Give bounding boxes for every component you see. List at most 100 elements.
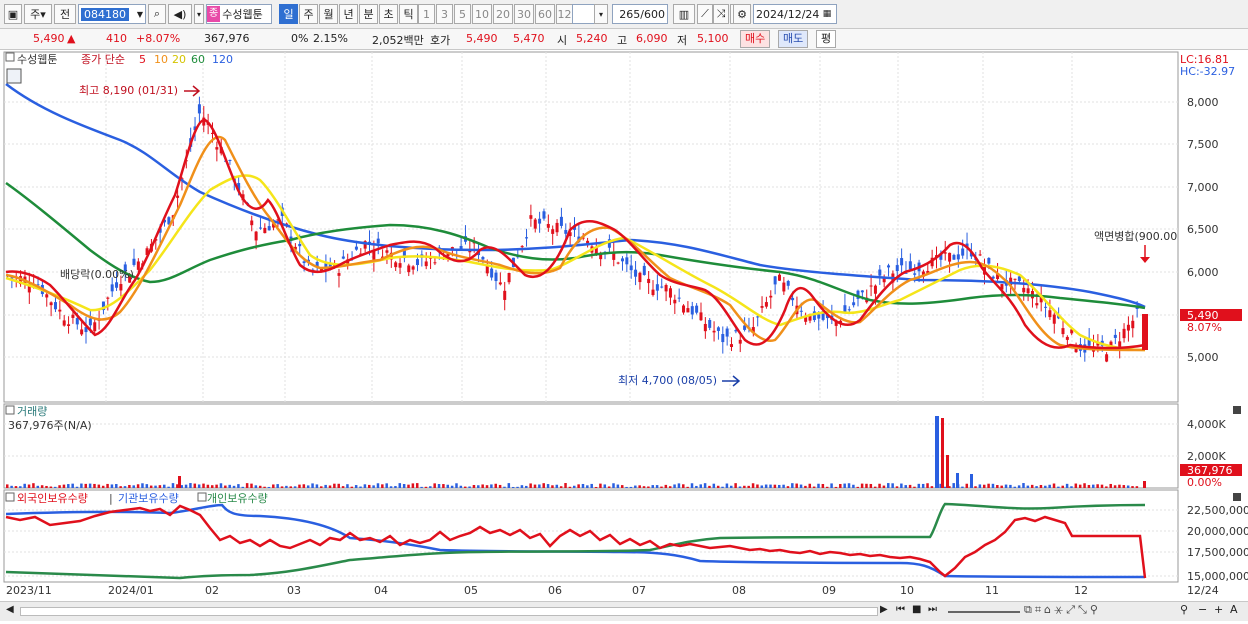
- volume-bar: [926, 483, 929, 488]
- interval-60[interactable]: 60: [535, 4, 555, 24]
- low-label: 저: [677, 34, 688, 47]
- interval-10[interactable]: 10: [472, 4, 492, 24]
- holdings-close-icon[interactable]: [1233, 493, 1241, 501]
- candle-body: [407, 265, 411, 273]
- volume-bar: [245, 483, 249, 488]
- chart-tools-icons[interactable]: ⧉⌗⌂⚹⤢⤡⚲: [1024, 603, 1101, 617]
- volume-bar: [1118, 484, 1121, 488]
- draw-line-icon[interactable]: ⟋: [697, 4, 713, 24]
- zoom-in-icon[interactable]: +: [1214, 603, 1223, 616]
- price-change-pct: +8.07%: [136, 32, 181, 45]
- volume-panel-frame: [3, 403, 1179, 489]
- volume-bar: [1135, 486, 1139, 488]
- calendar-icon[interactable]: ▦: [820, 4, 834, 24]
- interval-20[interactable]: 20: [493, 4, 513, 24]
- volume-bar: [71, 483, 74, 488]
- candle-body: [799, 310, 803, 312]
- volume-bar: [716, 485, 720, 488]
- volume-bar: [154, 485, 157, 488]
- volume-bar: [1004, 484, 1008, 488]
- market-select[interactable]: 주 ▾: [24, 4, 52, 24]
- volume-close-icon[interactable]: [1233, 406, 1241, 414]
- last-page-icon[interactable]: ⏭: [928, 604, 937, 615]
- period-minute[interactable]: 분: [359, 4, 378, 24]
- candle-body: [490, 268, 494, 278]
- zoom-out-icon[interactable]: −: [1198, 603, 1207, 616]
- volume-bar: [485, 485, 489, 488]
- sell-button[interactable]: 매도: [778, 30, 809, 48]
- volume-bar: [53, 486, 57, 488]
- volume-bar: [1113, 485, 1117, 488]
- volume-bar: [943, 486, 947, 488]
- sound-icon[interactable]: ◀): [168, 4, 192, 24]
- indicator-icon[interactable]: ⤨: [713, 4, 729, 24]
- volume-bar: [708, 485, 711, 488]
- interval-5[interactable]: 5: [454, 4, 471, 24]
- avg-button[interactable]: 평: [816, 30, 837, 48]
- volume-bar: [873, 486, 877, 488]
- volume-bar: [411, 483, 415, 488]
- candle-body: [987, 257, 991, 264]
- candle-body: [215, 147, 219, 150]
- candle-body: [71, 314, 75, 318]
- period-month[interactable]: 월: [319, 4, 338, 24]
- volume-bar: [978, 484, 982, 488]
- volume-bar: [712, 483, 716, 488]
- period-tick[interactable]: 틱: [399, 4, 418, 24]
- period-week[interactable]: 주: [299, 4, 318, 24]
- period-second[interactable]: 초: [379, 4, 398, 24]
- chart-type-icon[interactable]: ▥: [673, 4, 695, 24]
- period-day[interactable]: 일: [279, 4, 298, 24]
- prev-button[interactable]: 전: [54, 4, 76, 24]
- volume-bar: [686, 486, 689, 488]
- stop-icon[interactable]: ■: [912, 604, 921, 615]
- candle-body: [913, 273, 917, 275]
- zoom-slider[interactable]: [948, 611, 1020, 613]
- volume-bar: [101, 485, 105, 488]
- chart-svg[interactable]: 최고 8,190 (01/31) 최저 4,700 (08/05) 배당락(0.…: [0, 50, 1248, 621]
- volume-bar: [472, 484, 476, 488]
- holdings-panel-icon[interactable]: [197, 492, 207, 502]
- candle-body: [132, 258, 136, 265]
- settings-gear-icon[interactable]: ⚙: [733, 4, 751, 24]
- search-icon[interactable]: ⌕: [148, 4, 166, 24]
- candle-body: [115, 282, 119, 288]
- chart-area[interactable]: 최고 8,190 (01/31) 최저 4,700 (08/05) 배당락(0.…: [0, 50, 1248, 621]
- holdings-collapse-icon[interactable]: [5, 492, 15, 502]
- holdings-tick: 17,500,000: [1187, 546, 1248, 559]
- buy-button[interactable]: 매수: [740, 30, 771, 48]
- stock-name-field: 종 수성웹툰: [206, 4, 272, 24]
- zoom-icon[interactable]: ⚲: [1180, 603, 1188, 616]
- count-input[interactable]: 265/600: [612, 4, 668, 24]
- period-year[interactable]: 년: [339, 4, 358, 24]
- volume-bar: [690, 483, 694, 488]
- font-size-icon[interactable]: A: [1230, 603, 1238, 616]
- scroll-left-icon[interactable]: ◀: [6, 604, 14, 615]
- table-icon[interactable]: [6, 68, 22, 84]
- candle-body: [703, 323, 707, 332]
- scroll-bar[interactable]: ◀ ▶ ⏮ ■ ⏭ ⧉⌗⌂⚹⤢⤡⚲ ⚲ − + A: [0, 601, 1248, 621]
- candle-body: [961, 248, 965, 256]
- volume-bar: [167, 486, 170, 488]
- volume-bar: [769, 484, 772, 488]
- stock-code-dropdown-icon[interactable]: ▼: [134, 4, 146, 24]
- scroll-right-icon[interactable]: ▶: [880, 604, 888, 615]
- first-page-icon[interactable]: ⏮: [896, 604, 905, 615]
- volume-spike: [935, 416, 939, 488]
- candle-body: [782, 282, 786, 292]
- candle-body: [760, 306, 764, 308]
- window-menu-icon[interactable]: ▣: [4, 4, 22, 24]
- volume-bar: [455, 483, 458, 488]
- quote-bar: 5,490 ▲ 410 +8.07% 367,976 0% 2.15% 2,05…: [0, 29, 1248, 50]
- panel-collapse-icon[interactable]: [5, 52, 15, 62]
- candle-body: [952, 254, 956, 260]
- interval-30[interactable]: 30: [514, 4, 534, 24]
- interval-1[interactable]: 1: [418, 4, 435, 24]
- candle-body: [908, 261, 912, 270]
- interval-3[interactable]: 3: [436, 4, 453, 24]
- scroll-track[interactable]: [20, 607, 878, 616]
- market-label: 주: [30, 8, 41, 21]
- volume-collapse-icon[interactable]: [5, 405, 15, 415]
- code-menu-icon[interactable]: ▾: [194, 4, 204, 24]
- interval-dropdown-icon[interactable]: ▾: [594, 4, 608, 24]
